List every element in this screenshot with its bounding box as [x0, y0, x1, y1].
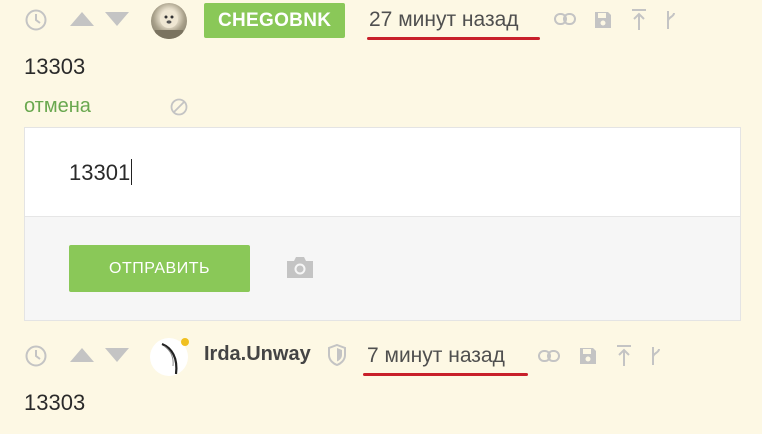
reply-editor: 13301 ОТПРАВИТЬ: [24, 127, 741, 321]
save-icon[interactable]: [579, 347, 597, 370]
reply-input-value: 13301: [69, 160, 131, 185]
link-icon[interactable]: [538, 349, 560, 368]
comment-text: 13303: [24, 390, 86, 415]
reply-input[interactable]: 13301: [25, 128, 740, 217]
scroll-up-icon[interactable]: [631, 9, 647, 36]
username-link[interactable]: Irda.Unway: [204, 343, 311, 366]
camera-icon[interactable]: [285, 255, 315, 284]
text-caret: [131, 159, 133, 185]
submit-button[interactable]: ОТПРАВИТЬ: [69, 245, 250, 292]
comment-time-link[interactable]: 7 минут назад: [367, 342, 505, 370]
link-icon[interactable]: [554, 12, 576, 31]
red-underline: [363, 373, 528, 376]
branch-icon[interactable]: [664, 9, 678, 36]
avatar[interactable]: [151, 3, 187, 39]
editor-toolbar: ОТПРАВИТЬ: [25, 217, 740, 320]
upvote-icon[interactable]: [70, 12, 94, 31]
branch-icon[interactable]: [649, 345, 663, 372]
comment-time-link[interactable]: 27 минут назад: [369, 6, 519, 34]
save-icon[interactable]: [594, 11, 612, 34]
upvote-icon[interactable]: [70, 348, 94, 367]
comment-text: 13303: [24, 54, 86, 79]
scroll-up-icon[interactable]: [616, 345, 632, 372]
username-badge[interactable]: CHEGOBNK: [204, 3, 346, 38]
clock-icon[interactable]: [25, 345, 47, 372]
downvote-icon[interactable]: [105, 12, 129, 31]
online-status-dot: [181, 338, 189, 346]
downvote-icon[interactable]: [105, 348, 129, 367]
cancel-icon[interactable]: [170, 98, 188, 121]
cancel-link[interactable]: отмена: [24, 95, 91, 118]
red-underline: [367, 37, 540, 40]
clock-icon[interactable]: [25, 9, 47, 36]
shield-icon: [327, 343, 347, 371]
